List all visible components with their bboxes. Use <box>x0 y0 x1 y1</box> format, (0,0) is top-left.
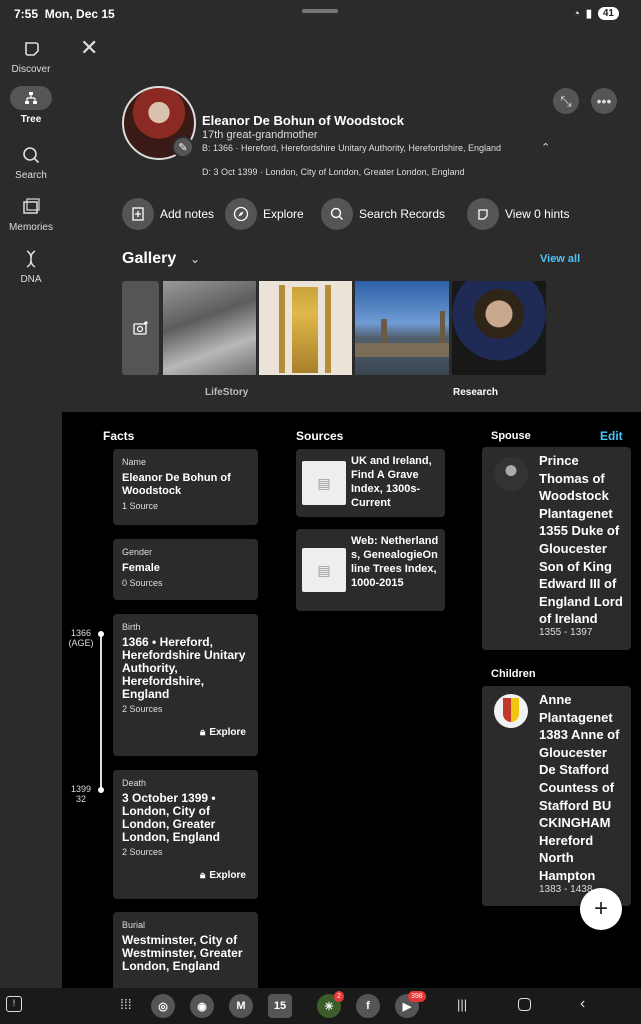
gmail-app-icon[interactable]: M <box>229 994 253 1018</box>
relationship-label: 17th great-grandmother <box>202 129 318 141</box>
tab-lifestory[interactable]: LifeStory <box>205 387 248 398</box>
source-card[interactable]: ▤ UK and Ireland, Find A Grave Index, 13… <box>296 449 445 517</box>
chevron-down-icon[interactable]: ⌄ <box>190 252 200 266</box>
note-icon <box>122 198 154 230</box>
add-fab-button[interactable]: + <box>580 888 622 930</box>
child-dates: 1383 - 1438 <box>539 884 593 895</box>
apps-grid-icon[interactable]: ⁞⁞⁞ <box>120 996 132 1012</box>
nav-tree[interactable]: Tree <box>0 86 62 125</box>
edit-photo-button[interactable]: ✎ <box>172 136 194 158</box>
document-icon: ▤ <box>302 548 346 592</box>
recent-apps-button[interactable]: ||| <box>457 997 467 1012</box>
search-icon <box>321 198 353 230</box>
calendar-app-icon[interactable]: 15 <box>268 994 292 1018</box>
fact-card-burial[interactable]: Burial Westminster, City of Westminster,… <box>113 912 258 988</box>
gallery-title: Gallery <box>122 250 177 267</box>
spouse-dates: 1355 - 1397 <box>539 627 593 638</box>
wifi-icon: ◔ <box>573 7 580 20</box>
status-time: 7:55 Mon, Dec 15 <box>14 7 115 21</box>
sources-title: Sources <box>296 429 344 443</box>
lock-icon: 🔒︎ <box>199 727 206 738</box>
nav-dna[interactable]: DNA <box>0 248 62 285</box>
source-card[interactable]: ▤ Web: Netherlands, GenealogieOnline Tre… <box>296 529 445 611</box>
fact-card-death[interactable]: Death 3 October 1399 • London, City of L… <box>113 770 258 899</box>
timeline-start-label: 1366 (AGE) <box>68 628 94 648</box>
status-icons: ◔ ▮ 41 <box>573 7 619 20</box>
camera-app-icon[interactable]: ◉ <box>190 994 214 1018</box>
feedback-icon[interactable]: ! <box>6 996 22 1012</box>
battery-indicator: 41 <box>597 7 619 20</box>
memories-icon <box>23 198 40 214</box>
add-photo-button[interactable] <box>122 281 159 375</box>
hint-leaf-icon <box>467 198 499 230</box>
spouse-title: Spouse <box>491 430 531 442</box>
explore-button[interactable]: Explore <box>225 198 304 230</box>
window-handle[interactable] <box>302 9 338 13</box>
fact-card-name[interactable]: Name Eleanor De Bohun of Woodstock 1 Sou… <box>113 449 258 525</box>
death-summary: D: 3 Oct 1399 · London, City of London, … <box>202 167 465 177</box>
death-explore-button[interactable]: 🔒︎ Explore <box>200 870 246 881</box>
document-icon: ▤ <box>302 461 346 505</box>
gallery-photo-brass-effigy[interactable] <box>259 281 352 375</box>
back-button[interactable]: ‹ <box>580 995 585 1013</box>
fact-card-birth[interactable]: Birth 1366 • Hereford, Herefordshire Uni… <box>113 614 258 756</box>
discover-icon <box>25 42 39 56</box>
tree-icon <box>10 86 52 110</box>
lifespan-timeline <box>100 634 102 790</box>
home-button[interactable] <box>518 998 531 1011</box>
add-notes-button[interactable]: Add notes <box>122 198 214 230</box>
search-records-button[interactable]: Search Records <box>321 198 445 230</box>
status-bar: 7:55 Mon, Dec 15 ◔ ▮ 41 <box>0 0 641 28</box>
more-icon: ••• <box>596 93 612 109</box>
compass-icon <box>225 198 257 230</box>
signal-icon: ▮ <box>585 8 592 20</box>
spouse-name: Prince Thomas of Woodstock Plantagenet 1… <box>539 453 623 627</box>
dna-icon <box>26 250 36 268</box>
avatar <box>494 457 528 491</box>
timeline-end-label: 1399 32 <box>70 784 92 804</box>
nav-memories[interactable]: Memories <box>0 196 62 233</box>
notification-badge: 2 <box>334 991 344 1002</box>
view-all-link[interactable]: View all <box>540 253 580 265</box>
pencil-icon: ✎ <box>178 141 188 154</box>
birth-explore-button[interactable]: 🔒︎ Explore <box>200 727 246 738</box>
coat-of-arms-avatar <box>494 694 528 728</box>
nav-discover[interactable]: Discover <box>0 38 62 75</box>
plus-icon: + <box>593 895 608 922</box>
lock-icon: 🔒︎ <box>199 870 206 881</box>
children-title: Children <box>491 668 536 680</box>
edit-link[interactable]: Edit <box>600 429 623 443</box>
nav-search[interactable]: Search <box>0 144 62 181</box>
gallery-photo-portrait[interactable] <box>452 281 546 375</box>
person-name: Eleanor De Bohun of Woodstock <box>202 113 404 128</box>
search-icon <box>23 147 40 164</box>
chevron-up-icon[interactable]: ⌃ <box>541 141 550 154</box>
facebook-app-icon[interactable]: f <box>356 994 380 1018</box>
close-button[interactable]: ✕ <box>80 37 100 59</box>
facts-title: Facts <box>103 429 135 443</box>
gallery-photo-tomb-inscription[interactable] <box>163 281 256 375</box>
child-card[interactable]: Anne Plantagenet 1383 Anne of Gloucester… <box>482 686 631 906</box>
chrome-app-icon[interactable]: ◎ <box>151 994 175 1018</box>
notification-badge: 398 <box>408 991 426 1002</box>
timeline-end-dot <box>98 787 104 793</box>
fact-card-gender[interactable]: Gender Female 0 Sources <box>113 539 258 600</box>
gallery-photo-westminster[interactable] <box>355 281 449 375</box>
collapse-button[interactable]: ⤡ <box>553 88 579 114</box>
more-options-button[interactable]: ••• <box>591 88 617 114</box>
timeline-start-dot <box>98 631 104 637</box>
spouse-card[interactable]: Prince Thomas of Woodstock Plantagenet 1… <box>482 447 631 650</box>
birth-summary: B: 1366 · Hereford, Herefordshire Unitar… <box>202 143 501 153</box>
collapse-icon: ⤡ <box>560 92 572 109</box>
child-name: Anne Plantagenet 1383 Anne of Gloucester… <box>539 692 620 883</box>
tab-research[interactable]: Research <box>453 387 498 398</box>
view-hints-button[interactable]: View 0 hints <box>467 198 569 230</box>
side-navigation: Discover Tree Search Memories DNA <box>0 28 62 988</box>
camera-add-icon <box>132 321 148 335</box>
